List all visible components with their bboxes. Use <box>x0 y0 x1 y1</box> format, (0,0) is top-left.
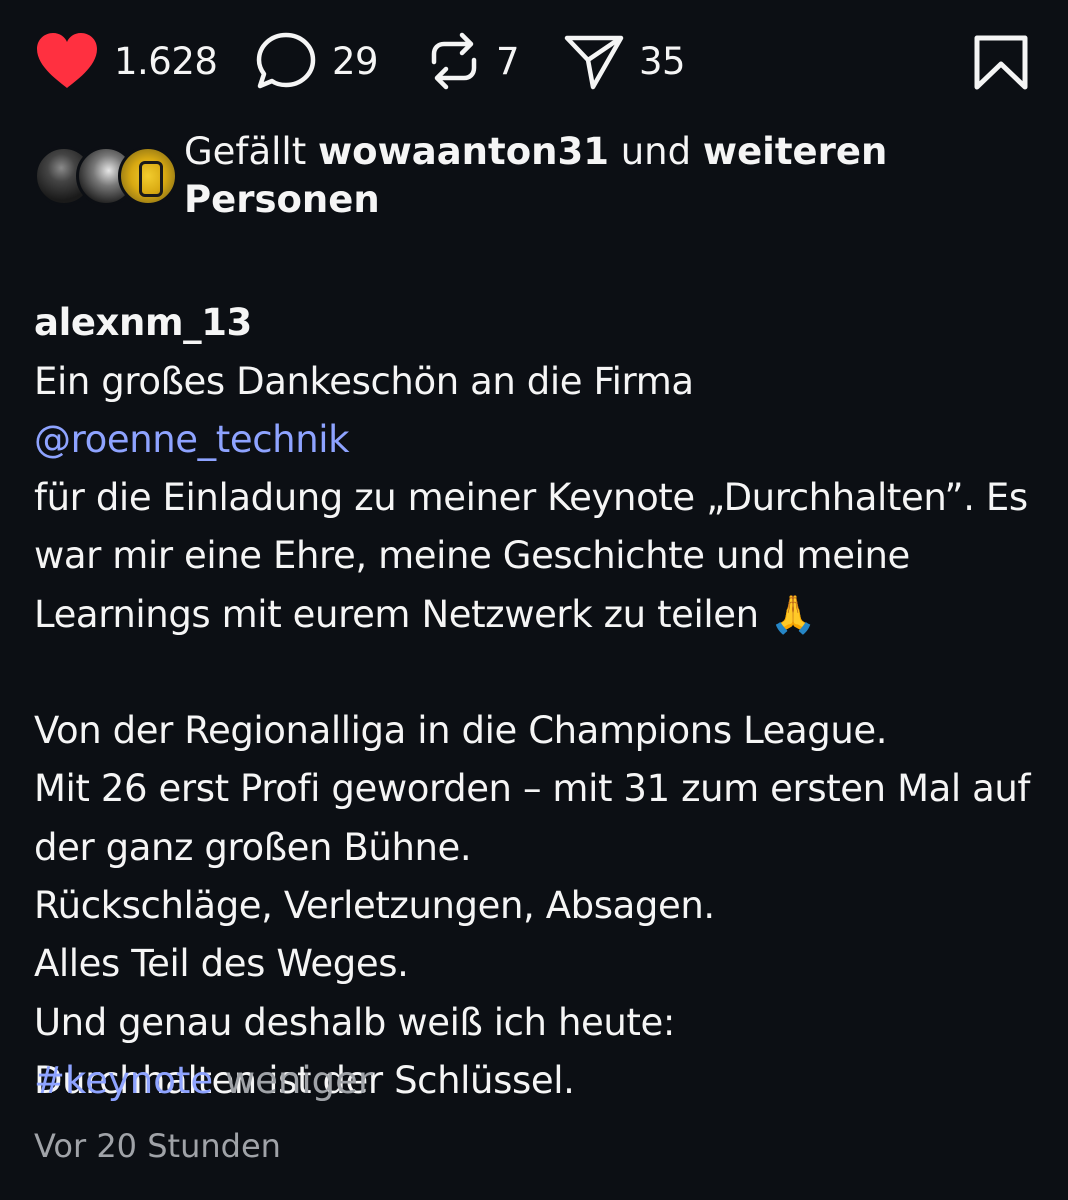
send-paper-plane-icon <box>563 30 625 92</box>
post-action-bar: 1.628 29 7 35 <box>0 0 1068 120</box>
avatar <box>118 146 178 206</box>
show-less-link[interactable]: weniger <box>225 1059 373 1102</box>
repost-button[interactable]: 7 <box>426 28 520 94</box>
caption-username[interactable]: alexnm_13 <box>34 301 252 344</box>
hashtag-link[interactable]: #keynote <box>34 1059 213 1102</box>
caption-paragraph: Von der Regionalliga in die Champions Le… <box>34 709 1031 1102</box>
comment-bubble-icon <box>254 30 318 92</box>
liked-by-user-link[interactable]: wowaanton31 <box>318 130 609 173</box>
post-timestamp: Vor 20 Stunden <box>34 1127 281 1165</box>
mention-link[interactable]: @roenne_technik <box>34 418 350 461</box>
repost-arrows-icon <box>426 30 482 92</box>
caption-text: Ein großes Dankeschön an die Firma <box>34 359 694 403</box>
liked-by-row[interactable]: Gefällt wowaanton31 und weiteren Persone… <box>34 128 1034 224</box>
caption-text: für die Einladung zu meiner Keynote „Dur… <box>34 476 1028 636</box>
like-button[interactable]: 1.628 <box>34 28 218 94</box>
liker-avatars[interactable] <box>34 146 178 206</box>
hashtag-row: #keynote weniger <box>34 1052 373 1110</box>
liked-by-text: Gefällt wowaanton31 und weiteren Persone… <box>184 128 984 224</box>
liked-by-prefix: Gefällt <box>184 130 307 173</box>
liked-by-connector: und <box>620 130 692 173</box>
repost-count[interactable]: 7 <box>496 40 520 83</box>
share-button[interactable]: 35 <box>563 28 686 94</box>
share-count[interactable]: 35 <box>639 40 686 83</box>
save-bookmark-button[interactable] <box>972 30 1030 96</box>
post-caption: alexnm_13 Ein großes Dankeschön an die F… <box>34 236 1034 1110</box>
heart-icon <box>34 31 100 91</box>
comment-count[interactable]: 29 <box>332 40 379 83</box>
bookmark-icon <box>972 35 1030 91</box>
like-count[interactable]: 1.628 <box>114 40 218 83</box>
comment-button[interactable]: 29 <box>254 28 379 94</box>
